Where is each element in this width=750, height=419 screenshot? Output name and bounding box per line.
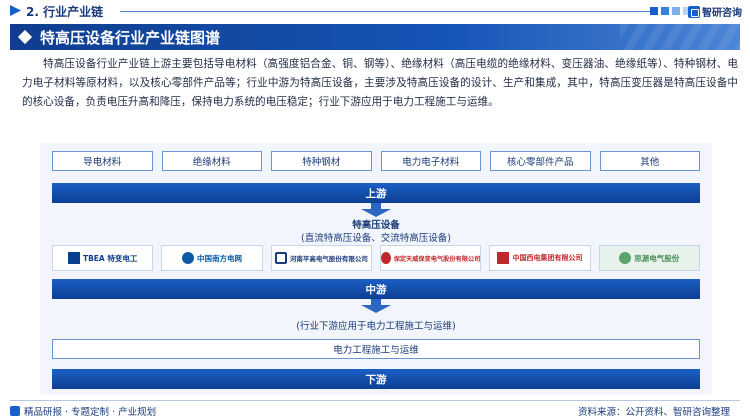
- brand-small-icon: [10, 406, 20, 416]
- brand[interactable]: 智研咨询: [688, 4, 742, 19]
- footer-divider: [10, 400, 740, 401]
- dot-icon: [661, 7, 669, 15]
- company-name: 中国西电集团有限公司: [512, 254, 583, 262]
- page-title: 特高压设备行业产业链图谱: [40, 29, 221, 47]
- brand-name: 智研咨询: [702, 8, 742, 19]
- upstream-item: 导电材料: [52, 151, 153, 171]
- upstream-item: 特种钢材: [271, 151, 372, 171]
- diamond-icon: [17, 29, 33, 45]
- xd-logo-icon: [497, 252, 510, 264]
- downstream-item: 电力工程施工与运维: [52, 339, 700, 359]
- down-arrow-icon: [361, 305, 391, 313]
- company-logos: TBEA 特变电工 中国南方电网 河南平高电气股份有限公司 保定天威保变电气股份…: [52, 245, 700, 271]
- upstream-item: 电力电子材料: [380, 151, 481, 171]
- top-bar: 2. 行业产业链 智研咨询: [0, 0, 750, 22]
- company-name: TBEA 特变电工: [82, 253, 138, 263]
- company-name: 思源电气股份: [634, 253, 680, 263]
- tbea-logo-icon: [67, 252, 80, 264]
- company-name: 河南平高电气股份有限公司: [289, 255, 368, 263]
- decorative-stripes: [620, 24, 740, 50]
- company-name: 中国南方电网: [196, 253, 242, 263]
- company-logo: 保定天威保变电气股份有限公司: [379, 245, 482, 271]
- upstream-item: 其他: [599, 151, 700, 171]
- industry-chain-diagram: 导电材料 绝缘材料 特种钢材 电力电子材料 核心零部件产品 其他 上游 特高压设…: [40, 143, 712, 395]
- baobian-logo-icon: [380, 252, 391, 264]
- company-name: 保定天威保变电气股份有限公司: [393, 255, 481, 263]
- page-title-bar: 特高压设备行业产业链图谱: [10, 24, 740, 50]
- footer-tagline: 精品研报 · 专题定制 · 产业规划: [10, 404, 156, 418]
- section-marker-icon: [10, 5, 21, 16]
- downstream-stage-bar: 下游: [52, 369, 700, 389]
- upstream-item: 绝缘材料: [161, 151, 262, 171]
- footer-tagline-text: 精品研报 · 专题定制 · 产业规划: [24, 407, 157, 418]
- pinggao-logo-icon: [274, 252, 287, 264]
- midstream-stage-bar: 中游: [52, 279, 700, 299]
- brand-logo-icon: [688, 5, 700, 18]
- company-logo: 中国南方电网: [161, 245, 263, 271]
- company-logo: 中国西电集团有限公司: [489, 245, 591, 271]
- source-note: 资料来源：公开资料、智研咨询整理: [577, 407, 730, 418]
- down-arrow-icon: [361, 209, 391, 217]
- section-title: 2. 行业产业链: [26, 5, 104, 19]
- sieyuan-logo-icon: [619, 252, 632, 264]
- midstream-subtitle: (直流特高压设备、交流特高压设备): [301, 233, 451, 244]
- company-logo: 河南平高电气股份有限公司: [270, 245, 372, 271]
- midstream-title: 特高压设备: [352, 220, 400, 231]
- upstream-item: 核心零部件产品: [490, 151, 591, 171]
- upstream-items: 导电材料 绝缘材料 特种钢材 电力电子材料 核心零部件产品 其他: [52, 151, 700, 171]
- dot-icon: [650, 7, 658, 15]
- company-logo: TBEA 特变电工: [52, 245, 154, 271]
- downstream-title: (行业下游应用于电力工程施工与运维): [296, 321, 456, 332]
- intro-paragraph: 特高压设备行业产业链上游主要包括导电材料（高强度铝合金、铜、钢等）、绝缘材料（高…: [22, 58, 738, 108]
- dot-icon: [672, 7, 680, 15]
- csg-logo-icon: [181, 252, 194, 264]
- header-dots: [650, 7, 691, 15]
- header-divider: [120, 11, 650, 12]
- company-logo: 思源电气股份: [598, 245, 700, 271]
- upstream-stage-bar: 上游: [52, 183, 700, 203]
